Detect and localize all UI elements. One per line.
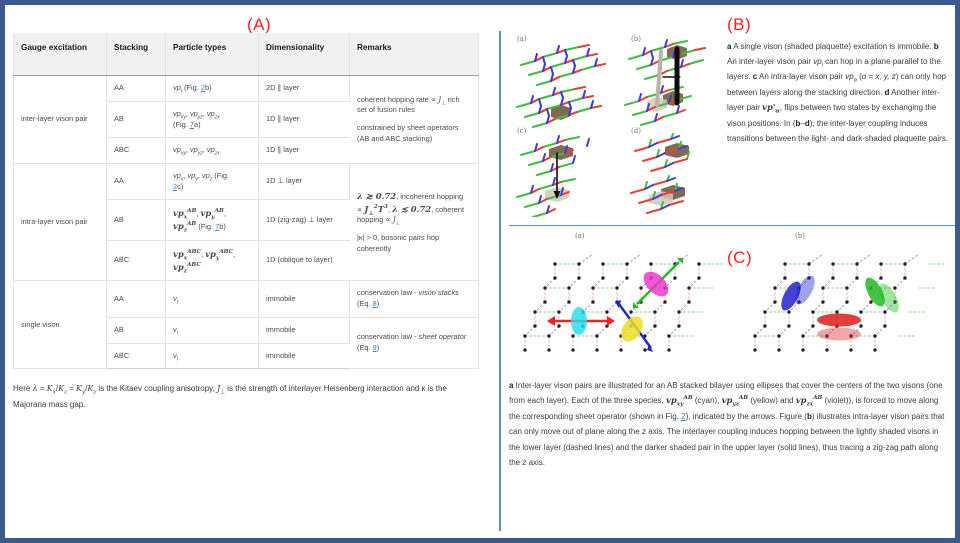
cell-stacking: ABC [106,137,166,164]
cell-stacking: AB [106,101,166,139]
cell-particles: vl [165,317,259,344]
table-body: inter-layer vison pair AA vpl (Fig. 2b) … [13,75,479,370]
cell-dimensionality: 2D ∥ layer [258,75,350,102]
eq-link[interactable]: 9 [373,343,377,352]
col-header-stacking: Stacking [106,33,166,77]
cell-particles: vpx, vpy, vpz (Fig. 2c) [165,163,259,201]
cell-excitation: inter-layer vison pair [13,75,107,164]
panel-tag-a: (A) [247,15,272,34]
cell-remarks: conservation law - sheet operator (Eq. 9… [349,317,479,370]
table-row: intra-layer vison pair AA vpx, vpy, vpz … [13,163,479,282]
cell-stacking: AA [106,75,166,102]
figure-page: (A) (B) (C) Gauge excitation Stacking Pa… [0,0,960,543]
cell-particles: vpxABC, vpyABC, vpzABC [165,240,259,282]
cell-particles: vl [165,343,259,370]
panel-c-figures: (a) (b) [509,232,955,375]
panel-b-caption: a A single vison (shaded plaquette) exci… [727,42,949,143]
lattice-diagram-d [625,131,735,222]
vison-ellipse-cyan [571,307,587,335]
remark-text: λ ≳ 0.72, incoherent hopping ∝ J⊥2T3, λ … [357,190,465,227]
panel-c-caption: a Inter-layer vison pairs are illustrate… [509,381,945,467]
arrow-red-tail [547,316,555,326]
table-row: inter-layer vison pair AA vpl (Fig. 2b) … [13,75,479,164]
remark-text: |κ| > 0, bosonic pairs hop coherently [357,233,440,253]
vison-svg-a [523,253,723,352]
right-column: (a) (b) (c) (d) a A single vison (shaded… [499,31,955,531]
cell-stacking: AB [106,199,166,241]
cell-dimensionality: immobile [258,317,350,344]
remark-text: constrained by sheet operators (AB and A… [357,123,459,143]
col-header-gauge-excitation: Gauge excitation [13,33,107,77]
cell-dimensionality: 1D ⊥ layer [258,163,350,201]
cell-particles: vl [165,280,259,318]
subpanel-tag-a: (a) [575,232,585,240]
fig-link[interactable]: 2 [173,182,177,191]
vison-svg-b [753,253,945,352]
lattice-diagram-c [511,131,629,222]
table-header-row: Gauge excitation Stacking Particle types… [13,33,479,77]
fig-link[interactable]: 2 [681,412,685,421]
lattice-svg-c [516,135,590,218]
table-header: Gauge excitation Stacking Particle types… [13,33,479,77]
cell-stacking: AA [106,280,166,318]
cell-dimensionality: 1D (oblique to layer) [258,240,350,282]
vison-pair-diagram-a [519,244,737,375]
lattice-svg-a [515,43,607,129]
cell-remarks: coherent hopping rate ∝ J⊥ rich set of f… [349,75,479,164]
lattice-svg-b [624,39,706,126]
table-panel: Gauge excitation Stacking Particle types… [13,33,489,533]
cell-particles: vpxAB, vpyAB, vpzAB (Fig. 7b) [165,199,259,241]
cell-stacking: ABC [106,240,166,282]
vison-stack-light [655,49,663,107]
lattice-diagram-b [621,37,733,136]
fig-link[interactable]: 7 [190,120,194,129]
panel-b: (a) (b) (c) (d) a A single vison (shaded… [509,31,955,222]
subpanel-tag-b: (b) [795,232,805,240]
vison-pair-diagram-b [739,244,953,375]
cell-stacking: ABC [106,343,166,370]
col-header-dimensionality: Dimensionality [258,33,350,77]
lattice-svg-d [630,133,690,214]
cell-dimensionality: 1D (zig-zag) ⊥ layer [258,199,350,241]
cell-dimensionality: 1D ∥ layer [258,137,350,164]
cell-particles: vpxy, vpyz, vpzx (Fig. 7a) [165,101,259,139]
eq-link[interactable]: 8 [373,299,377,308]
cell-particles: vpxy, vpyz, vpzx [165,137,259,164]
panel-divider [509,225,955,226]
vison-ellipse-red-light [817,327,861,341]
cell-dimensionality: immobile [258,343,350,370]
cell-stacking: AB [106,317,166,344]
table-footnote: Here λ = Kx/Kz = Ky/Kz is the Kitaev cou… [13,384,447,409]
remark-text: coherent hopping rate ∝ J⊥ rich set of f… [357,94,460,115]
cell-particles: vpl (Fig. 2b) [165,75,259,102]
arrow-red-head [607,316,615,326]
cell-excitation: intra-layer vison pair [13,163,107,282]
col-header-particle-types: Particle types [165,33,259,77]
panel-c: (a) (b) a Inter-layer vison pairs are il… [509,232,955,470]
shaded-plaquette [549,145,573,160]
cell-remarks: conservation law - vison stacks (Eq. 8) [349,280,479,318]
lattice-diagram-a [511,41,629,134]
cell-dimensionality: immobile [258,280,350,318]
cell-stacking: AA [106,163,166,201]
cell-dimensionality: 1D ∥ layer [258,101,350,139]
fig-link[interactable]: 2 [201,83,205,92]
vison-ellipse-red-dark [817,313,861,327]
cell-excitation: single vison [13,280,107,370]
gauge-excitation-table: Gauge excitation Stacking Particle types… [13,33,479,370]
col-header-remarks: Remarks [349,33,479,77]
cell-remarks: λ ≳ 0.72, incoherent hopping ∝ J⊥2T3, λ … [349,163,479,282]
table-row: single vison AA vl immobile conservation… [13,280,479,370]
fig-link[interactable]: 7 [215,222,219,231]
